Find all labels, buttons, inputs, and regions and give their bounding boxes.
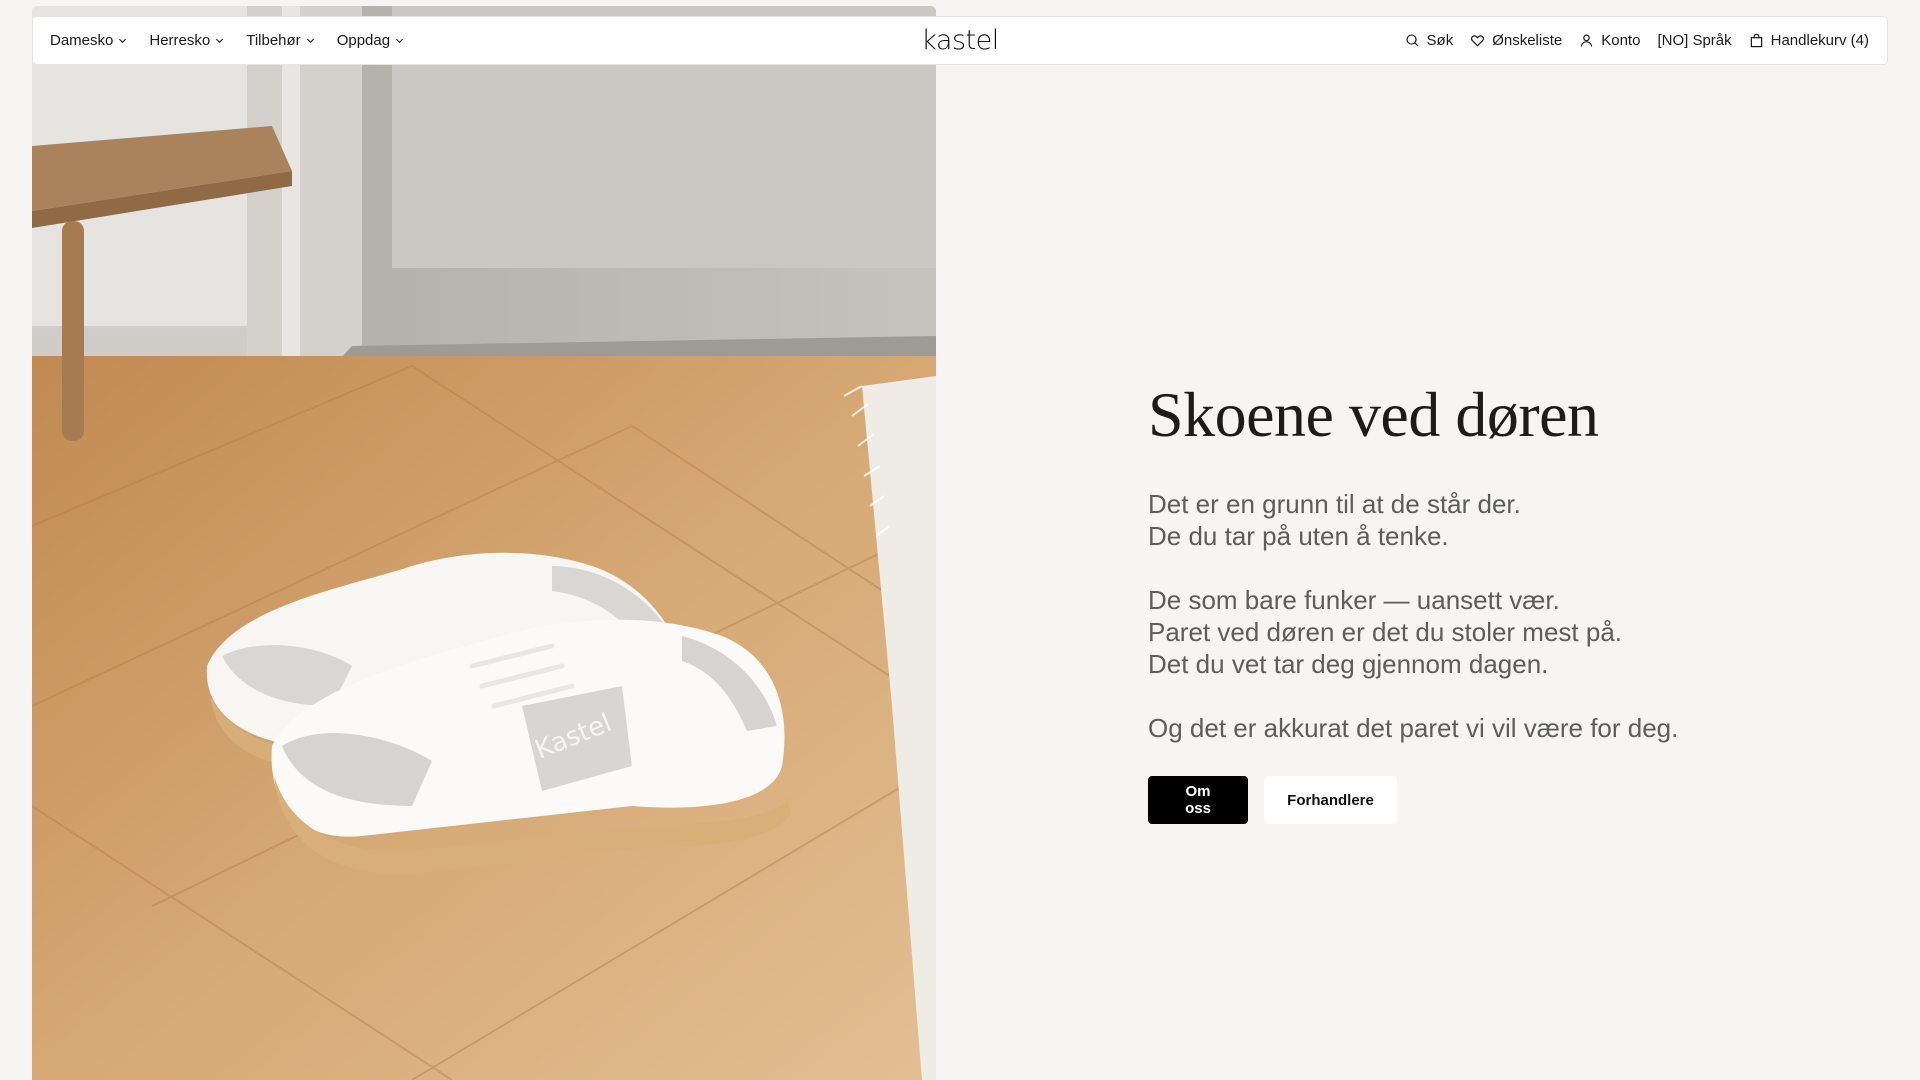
top-navigation-bar: Damesko Herresko Tilbehør Oppdag kastel …: [32, 16, 1888, 65]
intro-paragraph: Det er en grunn til at de står der. De d…: [1148, 488, 1848, 552]
user-icon: [1580, 34, 1593, 47]
nav-item-tilbehor[interactable]: Tilbehør: [246, 32, 314, 49]
cart-label: Handlekurv (4): [1770, 32, 1869, 49]
account-label: Konto: [1601, 32, 1641, 49]
paragraph-line: Og det er akkurat det paret vi vil være …: [1148, 713, 1679, 744]
chevron-down-icon: [396, 38, 404, 44]
chevron-down-icon: [119, 38, 127, 44]
nav-item-label: Herresko: [149, 32, 211, 49]
nav-item-label: Damesko: [50, 32, 114, 49]
language-button[interactable]: [NO] Språk: [1657, 32, 1731, 49]
nav-item-label: Tilbehør: [246, 32, 301, 49]
search-label: Søk: [1426, 32, 1454, 49]
search-icon: [1405, 34, 1419, 47]
utility-menu: Søk Ønskeliste Konto [NO] Språk Handleku…: [1388, 17, 1869, 64]
paragraph-line: De du tar på uten å tenke.: [1148, 521, 1449, 552]
wishlist-label: Ønskeliste: [1492, 32, 1563, 49]
page-title: Skoene ved døren: [1148, 379, 1599, 450]
chevron-down-icon: [216, 38, 224, 44]
search-button[interactable]: Søk: [1405, 32, 1454, 49]
paragraph-line: De som bare funker — uansett vær.: [1148, 585, 1560, 616]
brand-logo[interactable]: kastel: [921, 24, 999, 55]
nav-item-herresko[interactable]: Herresko: [149, 32, 224, 49]
closing-paragraph: Og det er akkurat det paret vi vil være …: [1148, 712, 1848, 744]
language-label: [NO] Språk: [1657, 32, 1732, 49]
nav-item-label: Oppdag: [336, 32, 391, 49]
retailers-button[interactable]: Forhandlere: [1264, 776, 1397, 825]
nav-item-damesko[interactable]: Damesko: [50, 32, 127, 49]
about-us-button[interactable]: Om oss: [1148, 776, 1248, 825]
hero-image: Kastel: [32, 6, 936, 1080]
paragraph-line: Det er en grunn til at de står der.: [1148, 489, 1521, 520]
paragraph-line: Det du vet tar deg gjennom dagen.: [1148, 649, 1549, 680]
heart-icon: [1471, 35, 1485, 47]
wishlist-button[interactable]: Ønskeliste: [1470, 32, 1562, 49]
nav-item-oppdag[interactable]: Oppdag: [337, 32, 404, 49]
account-button[interactable]: Konto: [1579, 32, 1640, 49]
sneakers-on-floor-illustration: Kastel: [32, 6, 936, 1080]
main-menu: Damesko Herresko Tilbehør Oppdag: [50, 17, 426, 64]
cta-group: Om oss Forhandlere: [1148, 776, 1848, 825]
cart-button[interactable]: Handlekurv (4): [1749, 32, 1869, 49]
hero-text: Skoene ved døren Det er en grunn til at …: [1148, 379, 1848, 825]
chevron-down-icon: [306, 38, 314, 44]
body-paragraph: De som bare funker — uansett vær. Paret …: [1148, 584, 1848, 680]
shopping-bag-icon: [1750, 33, 1762, 48]
paragraph-line: Paret ved døren er det du stoler mest på…: [1148, 617, 1623, 648]
